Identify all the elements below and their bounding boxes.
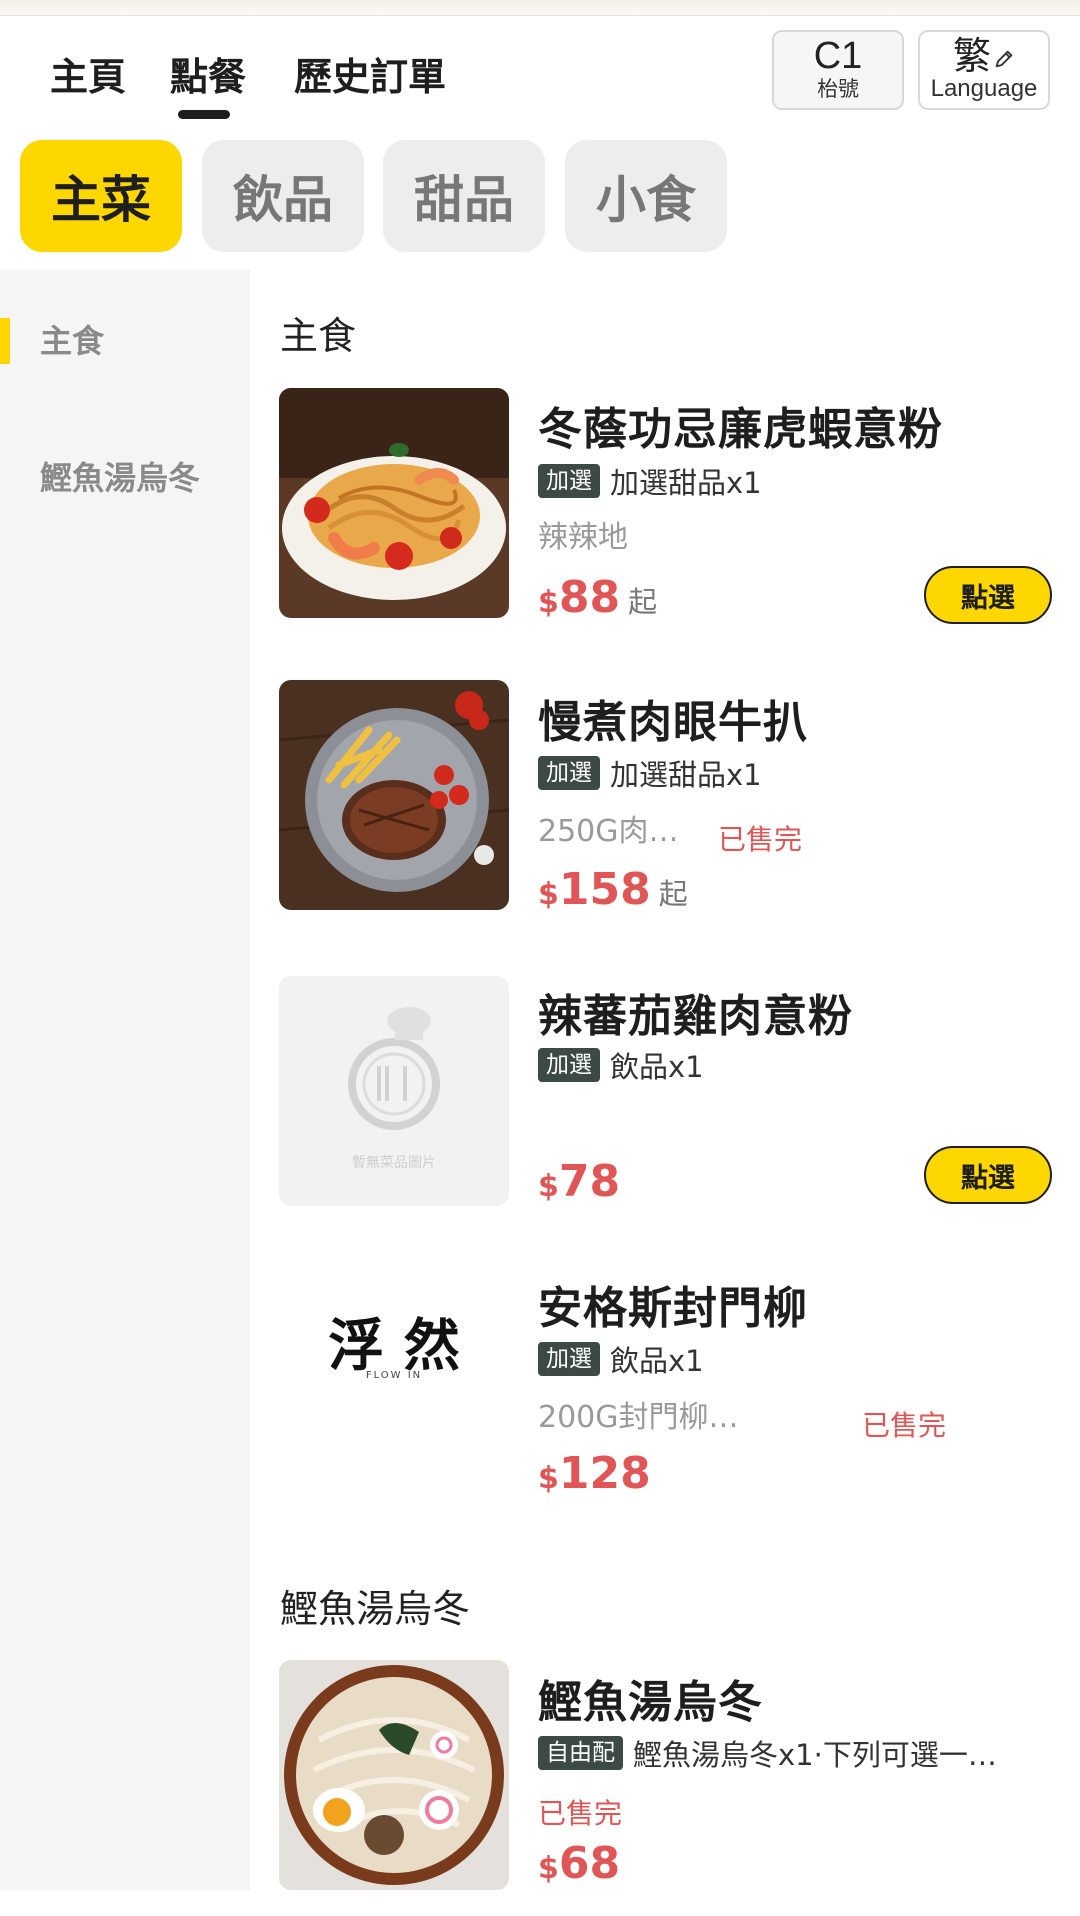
option-tag: 加選 bbox=[538, 756, 600, 790]
option-tag: 自由配 bbox=[538, 1736, 623, 1770]
currency-symbol: $ bbox=[538, 1461, 559, 1496]
dish-price: $128 bbox=[538, 1448, 651, 1499]
dish-price: $78 bbox=[538, 1156, 620, 1207]
app-root: 主頁 點餐 歷史訂單 C1 枱號 繁 Language 主菜 飲品 甜品 小食 … bbox=[0, 0, 1080, 1916]
active-tab-indicator bbox=[178, 110, 230, 119]
no-image-text: 暫無菜品圖片 bbox=[352, 1155, 436, 1171]
brand-logo-text: 浮 然 bbox=[328, 1313, 460, 1379]
dish-description: 250G肉… bbox=[538, 814, 679, 849]
dish-price: $88 起 bbox=[538, 572, 657, 623]
price-amount: 68 bbox=[558, 1838, 621, 1889]
dish-option-row: 自由配 鰹魚湯烏冬x1·下列可選一… bbox=[538, 1732, 997, 1774]
sold-out-label: 已售完 bbox=[718, 823, 803, 856]
header: 主頁 點餐 歷史訂單 C1 枱號 繁 Language bbox=[0, 16, 1080, 128]
pencil-icon bbox=[995, 50, 1013, 68]
option-text: 飲品x1 bbox=[610, 1050, 704, 1084]
language-current: 繁 bbox=[952, 34, 991, 78]
dish-option-row: 加選 加選甜品x1 bbox=[538, 752, 762, 794]
select-button[interactable]: 點選 bbox=[924, 1146, 1052, 1204]
section-title-udon: 鰹魚湯烏冬 bbox=[280, 1587, 471, 1631]
price-suffix: 起 bbox=[658, 877, 688, 911]
nav-tab-home[interactable]: 主頁 bbox=[50, 46, 126, 101]
price-suffix: 起 bbox=[628, 585, 658, 619]
language-button[interactable]: 繁 Language bbox=[918, 30, 1050, 110]
option-text: 飲品x1 bbox=[610, 1344, 704, 1378]
sidebar-active-indicator bbox=[0, 318, 10, 364]
dish-name: 鰹魚湯烏冬 bbox=[538, 1677, 763, 1728]
dish-name: 安格斯封門柳 bbox=[538, 1283, 808, 1334]
currency-symbol: $ bbox=[538, 877, 559, 912]
dish-option-row: 加選 飲品x1 bbox=[538, 1044, 704, 1086]
section-title-staples: 主食 bbox=[280, 314, 357, 358]
option-tag: 加選 bbox=[538, 1048, 600, 1082]
price-amount: 78 bbox=[558, 1156, 621, 1207]
dish-image-ribeye[interactable] bbox=[279, 680, 509, 910]
option-text: 鰹魚湯烏冬x1·下列可選一… bbox=[633, 1738, 997, 1772]
dish-name: 慢煮肉眼牛扒 bbox=[538, 697, 808, 748]
dish-image-logo[interactable]: 浮 然 FLOW IN bbox=[279, 1266, 509, 1496]
category-drinks[interactable]: 飲品 bbox=[202, 140, 364, 252]
language-label: Language bbox=[930, 75, 1038, 102]
pasta-image bbox=[279, 388, 509, 618]
brand-logo-subtext: FLOW IN bbox=[365, 1370, 423, 1381]
dish-image-tomyum-pasta[interactable] bbox=[279, 388, 509, 618]
option-tag: 加選 bbox=[538, 1342, 600, 1376]
currency-symbol: $ bbox=[538, 1851, 559, 1886]
option-tag: 加選 bbox=[538, 464, 600, 498]
option-text: 加選甜品x1 bbox=[610, 758, 762, 792]
category-main-dish[interactable]: 主菜 bbox=[20, 140, 182, 252]
select-button[interactable]: 點選 bbox=[924, 566, 1052, 624]
dish-option-row: 加選 飲品x1 bbox=[538, 1338, 704, 1380]
sidebar-item-udon[interactable]: 鰹魚湯烏冬 bbox=[40, 455, 210, 501]
dish-description: 200G封門柳… bbox=[538, 1400, 739, 1435]
table-label: 枱號 bbox=[817, 77, 859, 101]
dish-price: $158 起 bbox=[538, 864, 688, 915]
dish-name: 辣蕃茄雞肉意粉 bbox=[538, 991, 853, 1042]
option-text: 加選甜品x1 bbox=[610, 466, 762, 500]
price-amount: 158 bbox=[558, 864, 651, 915]
top-strip bbox=[0, 0, 1080, 16]
dish-name: 冬蔭功忌廉虎蝦意粉 bbox=[538, 404, 943, 455]
sold-out-label: 已售完 bbox=[862, 1409, 947, 1442]
dish-option-row: 加選 加選甜品x1 bbox=[538, 460, 762, 502]
nav-tab-history[interactable]: 歷史訂單 bbox=[294, 46, 446, 101]
steak-image bbox=[279, 680, 509, 910]
table-number-button[interactable]: C1 枱號 bbox=[772, 30, 904, 110]
sidebar-item-staples[interactable]: 主食 bbox=[40, 318, 210, 364]
category-desserts[interactable]: 甜品 bbox=[383, 140, 545, 252]
sold-out-label: 已售完 bbox=[538, 1797, 623, 1830]
currency-symbol: $ bbox=[538, 585, 559, 620]
price-amount: 128 bbox=[558, 1448, 651, 1499]
dish-description: 辣辣地 bbox=[538, 520, 628, 555]
category-snacks[interactable]: 小食 bbox=[565, 140, 727, 252]
dish-price: $68 bbox=[538, 1838, 620, 1889]
dish-image-udon[interactable] bbox=[279, 1660, 509, 1890]
sidebar: 主食 鰹魚湯烏冬 bbox=[0, 270, 250, 1890]
nav-tab-order[interactable]: 點餐 bbox=[170, 46, 246, 101]
dish-image-placeholder[interactable]: 暫無菜品圖片 bbox=[279, 976, 509, 1206]
table-code: C1 bbox=[813, 35, 863, 77]
price-amount: 88 bbox=[558, 572, 621, 623]
udon-image bbox=[279, 1660, 509, 1890]
currency-symbol: $ bbox=[538, 1169, 559, 1204]
